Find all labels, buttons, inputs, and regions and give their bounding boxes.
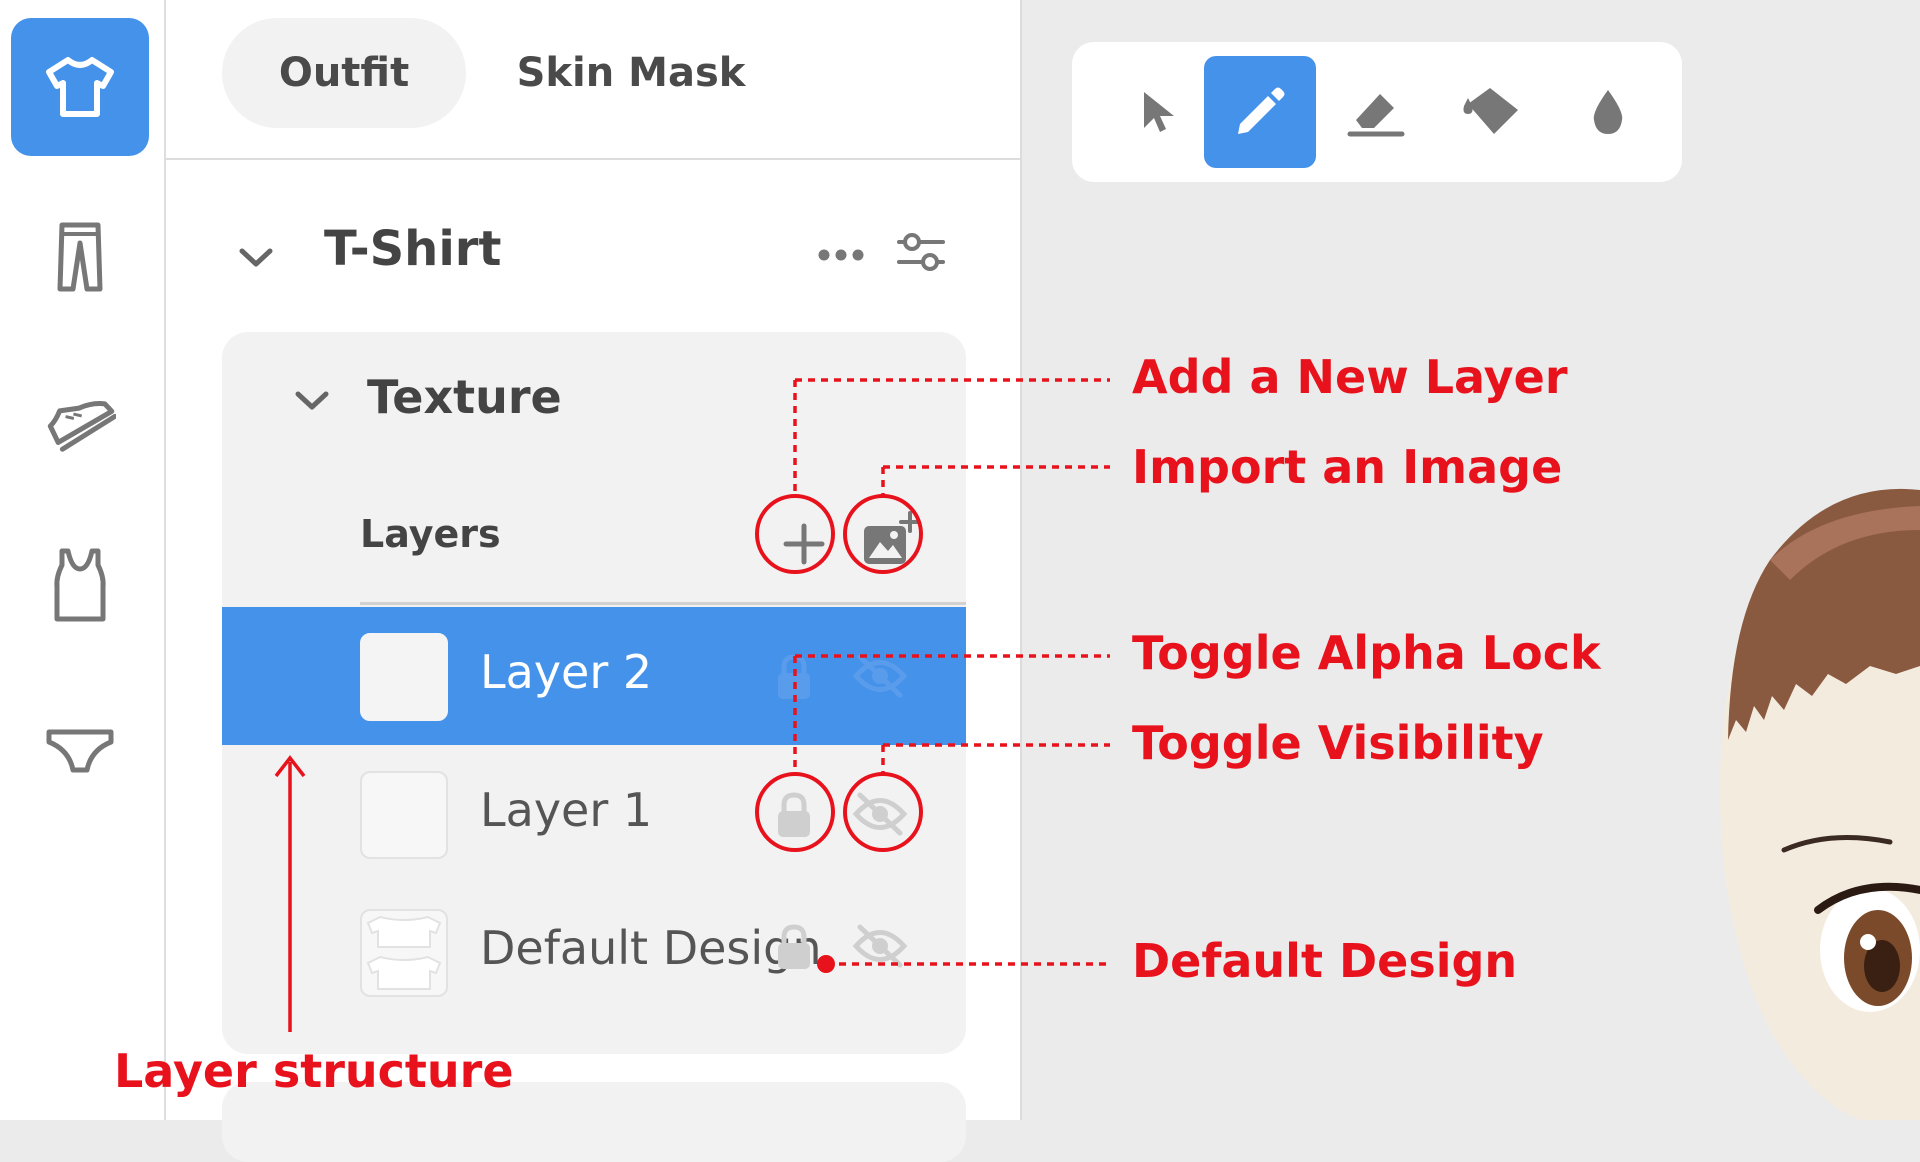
annotation-overlay bbox=[274, 378, 1110, 1032]
callout-dot bbox=[817, 955, 835, 973]
highlight-circle bbox=[843, 494, 923, 574]
annotation-alpha-lock: Toggle Alpha Lock bbox=[1132, 626, 1601, 680]
annotation-default-design: Default Design bbox=[1132, 934, 1518, 988]
highlight-circle bbox=[755, 494, 835, 574]
annotation-visibility: Toggle Visibility bbox=[1132, 716, 1544, 770]
highlight-circle bbox=[843, 772, 923, 852]
annotation-import-image: Import an Image bbox=[1132, 440, 1563, 494]
annotation-add-layer: Add a New Layer bbox=[1132, 350, 1568, 404]
annotation-layer-structure: Layer structure bbox=[114, 1044, 514, 1098]
highlight-circle bbox=[755, 772, 835, 852]
